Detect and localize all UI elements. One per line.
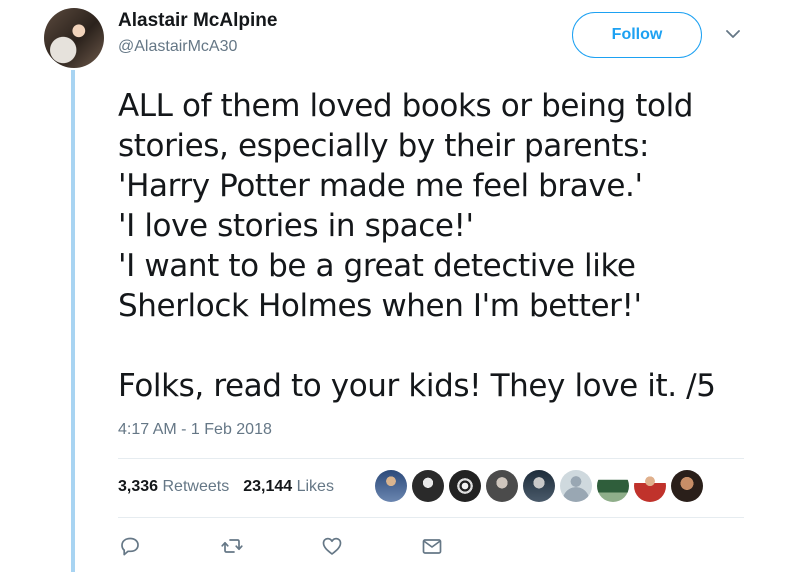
- author-avatar[interactable]: [44, 8, 104, 68]
- liker-avatar[interactable]: [523, 470, 555, 502]
- retweets-stat[interactable]: 3,336 Retweets: [118, 478, 229, 496]
- chevron-down-icon[interactable]: [726, 29, 740, 39]
- retweet-button[interactable]: [220, 534, 244, 558]
- like-button[interactable]: [320, 534, 344, 558]
- reply-button[interactable]: [118, 534, 142, 558]
- stats-top-divider: [118, 458, 744, 459]
- retweets-label: Retweets: [162, 478, 230, 495]
- likes-label: Likes: [296, 478, 334, 495]
- engagement-stats: 3,336 Retweets 23,144 Likes: [118, 478, 334, 496]
- likes-stat[interactable]: 23,144 Likes: [243, 478, 334, 496]
- tweet-timestamp[interactable]: 4:17 AM - 1 Feb 2018: [118, 421, 272, 439]
- thread-line: [71, 70, 75, 572]
- liker-avatar[interactable]: [671, 470, 703, 502]
- liker-avatar[interactable]: [560, 470, 592, 502]
- tweet-text: ALL of them loved books or being told st…: [118, 88, 716, 404]
- likes-count: 23,144: [243, 478, 293, 495]
- envelope-icon: [422, 539, 442, 554]
- follow-button[interactable]: Follow: [572, 12, 702, 58]
- liker-avatar[interactable]: [486, 470, 518, 502]
- author-handle[interactable]: @AlastairMcA30: [118, 38, 237, 56]
- retweet-icon: [221, 539, 243, 553]
- liker-avatar[interactable]: [597, 470, 629, 502]
- author-name[interactable]: Alastair McAlpine: [118, 10, 277, 32]
- liker-avatar[interactable]: [375, 470, 407, 502]
- retweets-count: 3,336: [118, 478, 159, 495]
- heart-icon: [322, 537, 342, 555]
- stats-bottom-divider: [118, 517, 744, 518]
- direct-message-button[interactable]: [420, 534, 444, 558]
- reply-icon: [121, 537, 139, 556]
- liker-avatar[interactable]: [449, 470, 481, 502]
- liker-avatar[interactable]: [634, 470, 666, 502]
- liker-avatar[interactable]: [412, 470, 444, 502]
- action-bar: [118, 534, 458, 558]
